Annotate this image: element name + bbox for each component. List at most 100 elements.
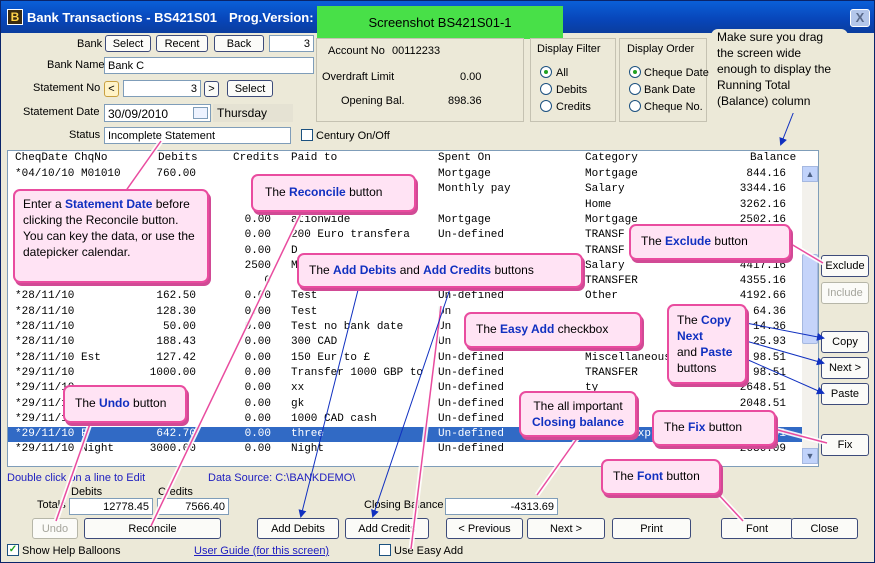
table-cell-paid-to: ationwide [291, 213, 351, 226]
fix-callout: The Fix button [652, 410, 776, 446]
order-cheque-no-label: Cheque No. [644, 101, 703, 113]
table-cell-spent-on: Un [438, 336, 452, 349]
include-button[interactable]: Include [821, 282, 869, 304]
font-button[interactable]: Font [721, 518, 793, 539]
order-bank-date-radio[interactable] [629, 83, 641, 95]
show-help-checkbox[interactable]: ✓ [7, 544, 19, 556]
callout-text: The [641, 234, 662, 248]
add-credits-button[interactable]: Add Credits [345, 518, 429, 539]
table-row[interactable]: *28/11/10 162.50 0.00 Test Un-defined Other 41… [8, 289, 803, 304]
exclude-button[interactable]: Exclude [821, 255, 869, 277]
bank-recent-button[interactable]: Recent [156, 35, 208, 52]
statement-prev-button[interactable]: < [104, 81, 119, 97]
callout-text: checkbox [557, 322, 609, 336]
bank-name-field[interactable]: Bank C [104, 57, 314, 74]
statement-date-label: Statement Date [23, 106, 100, 118]
table-cell-category: TRANSFER [585, 366, 638, 379]
easy-add-checkbox[interactable] [379, 544, 391, 556]
table-cell-credit: 0.00 [244, 443, 271, 456]
closing-balance-field: -4313.69 [445, 498, 558, 515]
callout-text: button [349, 185, 383, 199]
table-cell-category: Salary [585, 259, 625, 272]
table-cell-paid-to: Transfer 1000 GBP to [291, 366, 424, 379]
table-cell-spent-on: Un-defined [438, 428, 505, 441]
add-debits-button[interactable]: Add Debits [257, 518, 339, 539]
table-cell-paid-to: xx [291, 382, 305, 395]
drag-width-note: Make sure you drag the screen wide enoug… [711, 29, 848, 113]
scroll-down-icon[interactable]: ▼ [802, 448, 818, 464]
screenshot-banner: Screenshot BS421S01-1 [317, 6, 563, 39]
statement-next-button[interactable]: > [204, 81, 219, 97]
order-cheque-date-radio[interactable] [629, 66, 641, 78]
bank-number-field[interactable]: 3 [269, 35, 314, 52]
filter-debits-label: Debits [556, 84, 588, 96]
century-checkbox[interactable] [301, 129, 313, 141]
table-cell-category: TRANSF [585, 229, 625, 242]
window-title: Bank Transactions - BS421S01 Prog.Version… [27, 10, 322, 25]
table-cell-balance: 14.36 [752, 321, 786, 333]
column-header-spent-on[interactable]: Spent On [438, 152, 491, 164]
column-header-debits[interactable]: Debits [158, 152, 198, 164]
statement-date-field[interactable]: 30/09/2010 [104, 104, 211, 122]
table-cell-debit: 50.00 [162, 321, 196, 333]
table-cell-spent-on: Un-defined [438, 382, 505, 395]
callout-text: button [666, 469, 700, 483]
table-cell-debit: 128.30 [156, 305, 196, 318]
grid-scrollbar[interactable]: ▲ ▼ [802, 166, 818, 464]
order-cheque-no-radio[interactable] [629, 100, 641, 112]
close-icon[interactable]: X [850, 9, 870, 27]
bank-back-button[interactable]: Back [214, 35, 264, 52]
close-button[interactable]: Close [791, 518, 858, 539]
statement-select-button[interactable]: Select [227, 80, 273, 97]
filter-debits-radio[interactable] [540, 83, 552, 95]
table-cell-category: Salary [585, 183, 625, 196]
filter-all-radio[interactable] [540, 66, 552, 78]
table-cell-credit: 0.00 [244, 290, 271, 303]
copy-button[interactable]: Copy [821, 331, 869, 353]
table-cell-spent-on: Mortgage [438, 168, 491, 180]
paste-button[interactable]: Paste [821, 383, 869, 405]
column-header-date[interactable]: CheqDate ChqNo [15, 152, 107, 164]
opening-balance-label: Opening Bal. [341, 95, 405, 107]
bank-select-button[interactable]: Select [105, 35, 151, 52]
table-cell-balance: 64.36 [752, 305, 786, 318]
table-cell-credit: 0.00 [244, 397, 271, 410]
century-label: Century On/Off [316, 130, 390, 142]
table-cell-balance: 4192.66 [739, 290, 786, 303]
column-header-credits[interactable]: Credits [233, 152, 279, 164]
table-cell-credit: 0.00 [244, 305, 271, 318]
scroll-thumb[interactable] [802, 254, 818, 344]
debits-total-field: 12778.45 [69, 498, 153, 515]
callout-keyword: Next [677, 329, 704, 343]
calendar-icon[interactable] [193, 107, 208, 119]
print-button[interactable]: Print [612, 518, 691, 539]
table-cell-credit: 0.00 [244, 412, 271, 425]
callout-text: The [265, 185, 286, 199]
table-cell-date: *28/11/10 [15, 290, 75, 303]
scroll-up-icon[interactable]: ▲ [802, 166, 818, 182]
table-cell-credit: 2500 [244, 259, 271, 272]
next-row-button[interactable]: Next > [821, 357, 869, 379]
column-header-category[interactable]: Category [585, 152, 638, 164]
statement-no-field[interactable]: 3 [123, 80, 201, 97]
callout-keyword: Easy Add [500, 322, 555, 336]
reconcile-button[interactable]: Reconcile [84, 518, 221, 539]
table-cell-credit: 0.00 [244, 366, 271, 379]
table-cell-balance: 3344.16 [739, 183, 786, 196]
table-cell-balance: 4417.16 [739, 259, 786, 272]
table-cell-credit: 0.00 [244, 336, 271, 349]
next-statement-button[interactable]: Next > [527, 518, 605, 539]
callout-keyword: Undo [99, 396, 130, 410]
callout-keyword: Add Credits [423, 263, 492, 277]
closing-balance-label: Closing Balance [364, 499, 444, 511]
display-order-panel: Display Order Cheque Date Bank Date Cheq… [619, 38, 709, 122]
user-guide-link[interactable]: User Guide (for this screen) [194, 545, 329, 557]
undo-button[interactable]: Undo [32, 518, 78, 539]
fix-button[interactable]: Fix [821, 434, 869, 456]
previous-statement-button[interactable]: < Previous [446, 518, 523, 539]
table-cell-spent-on: Un [438, 321, 452, 333]
filter-credits-radio[interactable] [540, 100, 552, 112]
column-header-balance[interactable]: Balance [750, 152, 796, 164]
table-cell-debit: 188.43 [156, 336, 196, 349]
column-header-paid-to[interactable]: Paid to [291, 152, 337, 164]
